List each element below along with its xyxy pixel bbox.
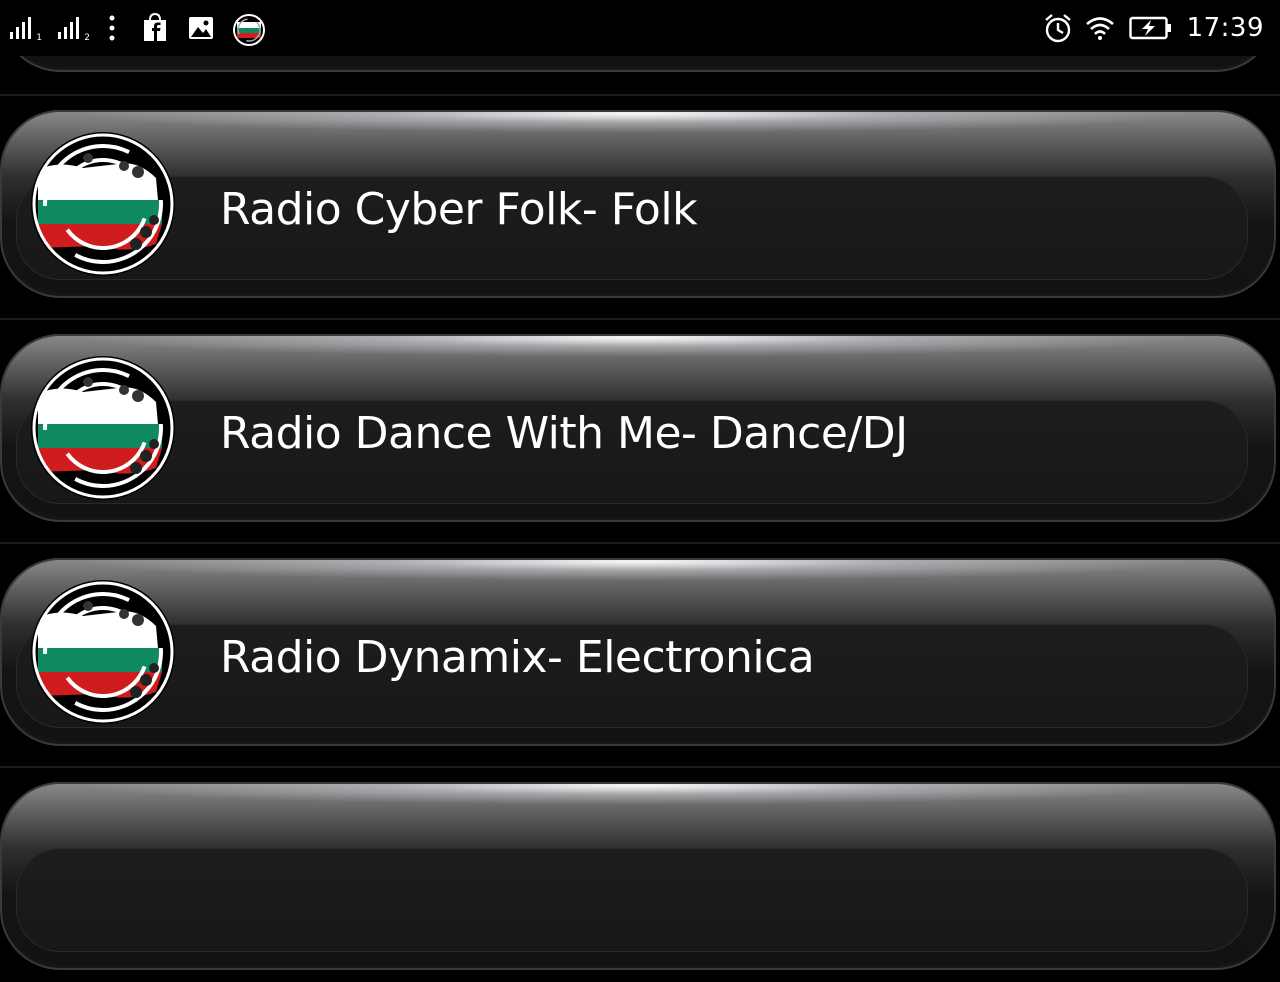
row-divider <box>0 542 1280 544</box>
row-divider <box>0 766 1280 768</box>
bulgaria-radio-logo-icon <box>31 132 175 276</box>
more-notifications-icon <box>106 13 118 43</box>
station-title: Radio Dance With Me- Dance/DJ <box>220 408 908 459</box>
image-icon <box>186 13 216 43</box>
status-bar-left: 1 2 <box>10 12 278 46</box>
station-title: Radio Cyber Folk- Folk <box>220 184 698 235</box>
bulgaria-radio-logo-icon <box>31 356 175 500</box>
station-list: Radio Cyber Folk- Folk Radio Dance With … <box>0 0 1280 970</box>
alarm-icon <box>1043 12 1073 44</box>
facebook-bag-icon <box>140 13 170 43</box>
list-item-partial-bottom[interactable] <box>0 782 1280 982</box>
clock-time: 17:39 <box>1186 13 1264 43</box>
wifi-icon <box>1085 15 1115 41</box>
sim2-label: 2 <box>84 33 90 43</box>
battery-charging-icon <box>1128 16 1173 40</box>
signal-sim2-icon: 2 <box>58 15 92 43</box>
radio-app-icon <box>232 13 265 46</box>
list-item-station[interactable]: Radio Cyber Folk- Folk <box>0 110 1280 310</box>
status-bar: 1 2 17:39 <box>0 0 1280 56</box>
station-title: Radio Dynamix- Electronica <box>220 632 815 683</box>
bulgaria-radio-logo-icon <box>31 580 175 724</box>
list-item-background <box>0 782 1276 970</box>
list-item-station[interactable]: Radio Dance With Me- Dance/DJ <box>0 334 1280 534</box>
list-item-station[interactable]: Radio Dynamix- Electronica <box>0 558 1280 758</box>
row-divider <box>0 318 1280 320</box>
status-bar-right: 17:39 <box>1043 10 1264 46</box>
signal-sim1-icon: 1 <box>10 15 44 43</box>
row-divider <box>0 94 1280 96</box>
sim1-label: 1 <box>36 33 42 43</box>
